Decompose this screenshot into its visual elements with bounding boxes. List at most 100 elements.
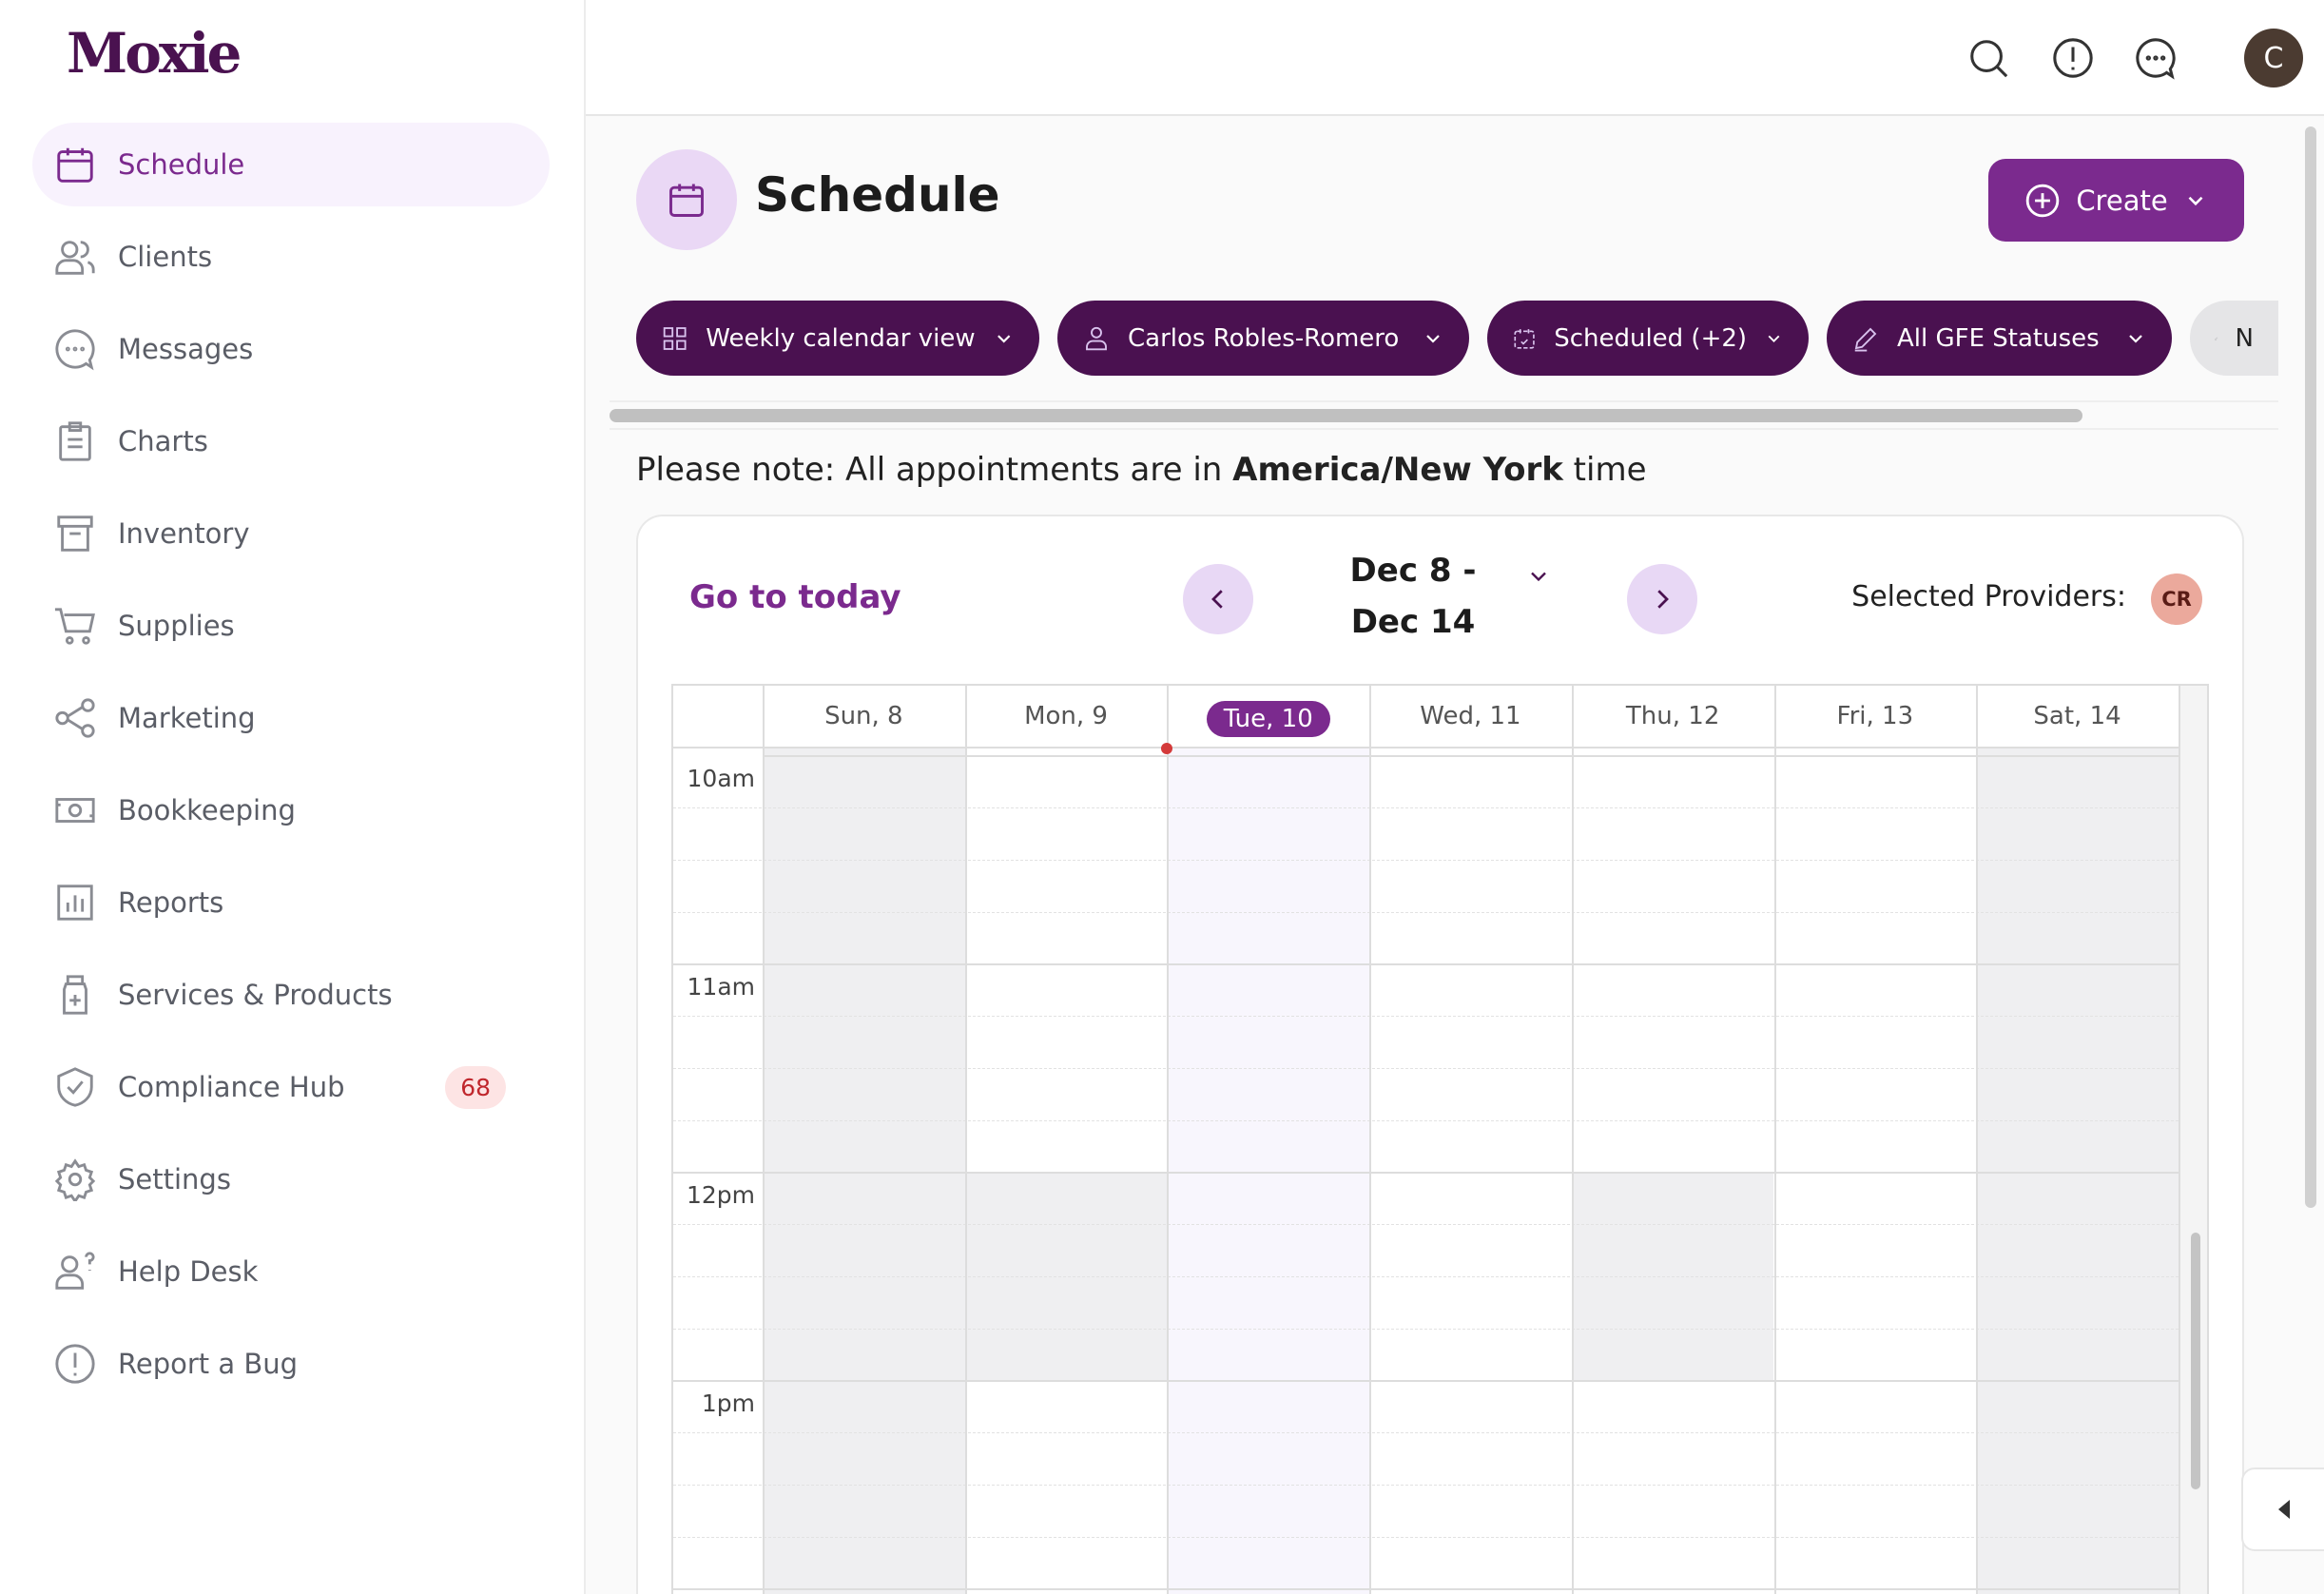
horizontal-scrollbar[interactable] xyxy=(610,409,2082,422)
quarter-hour-line xyxy=(673,1276,2179,1277)
filter-chip-0[interactable]: Weekly calendar view xyxy=(636,301,1039,376)
sidebar-item-clients[interactable]: Clients xyxy=(32,215,550,299)
sidebar-item-bookkeeping[interactable]: Bookkeeping xyxy=(32,768,550,852)
day-header[interactable]: Wed, 11 xyxy=(1369,686,1572,747)
chat-icon xyxy=(55,329,95,371)
sidebar: Moxie Schedule Clients Messages Charts Inven… xyxy=(0,0,586,1594)
sidebar-item-label: Settings xyxy=(118,1163,231,1196)
sidebar-item-label: Supplies xyxy=(118,610,235,642)
quarter-hour-line xyxy=(673,1329,2179,1330)
chevron-down-icon xyxy=(2188,196,2203,205)
timezone-note: Please note: All appointments are in Ame… xyxy=(636,451,1647,489)
today-column-highlight xyxy=(1167,747,1370,1594)
alert-icon[interactable] xyxy=(2051,36,2095,80)
filter-label: Carlos Robles-Romero xyxy=(1128,323,1400,353)
day-header[interactable]: Mon, 9 xyxy=(965,686,1168,747)
day-column-divider xyxy=(1976,686,1979,1594)
sidebar-item-marketing[interactable]: Marketing xyxy=(32,676,550,760)
grid-scrollbar-thumb[interactable] xyxy=(2191,1233,2200,1489)
create-button[interactable]: Create xyxy=(1988,159,2244,242)
day-header[interactable]: Thu, 12 xyxy=(1572,686,1774,747)
calendar-icon xyxy=(57,147,93,183)
time-label: 10am xyxy=(673,765,755,792)
prev-week-button[interactable] xyxy=(1183,564,1253,634)
sidebar-item-label: Inventory xyxy=(118,517,250,550)
moxie-logo[interactable]: Moxie xyxy=(67,21,242,86)
filter-label: Scheduled (+2) xyxy=(1554,323,1748,353)
pencil-icon xyxy=(1854,327,1877,351)
note-prefix: Please note: All appointments are in xyxy=(636,451,1233,489)
quarter-hour-line xyxy=(673,1485,2179,1486)
filter-chip-1[interactable]: Carlos Robles-Romero xyxy=(1057,301,1469,376)
date-range-chevron-down-icon[interactable] xyxy=(1525,563,1552,590)
sidebar-item-messages[interactable]: Messages xyxy=(32,307,550,391)
time-label: 1pm xyxy=(673,1390,755,1417)
filter-chip-3[interactable]: All GFE Statuses xyxy=(1827,301,2172,376)
pencil-icon xyxy=(2215,337,2218,340)
quarter-hour-line xyxy=(673,1016,2179,1017)
top-header: C xyxy=(586,0,2324,116)
user-avatar[interactable]: C xyxy=(2244,29,2303,87)
chat-icon[interactable] xyxy=(2134,36,2178,80)
day-header[interactable]: Tue, 10 xyxy=(1167,686,1369,747)
filter-label: N xyxy=(2235,323,2254,353)
chevron-down-icon xyxy=(1768,335,1780,342)
chevron-right-icon xyxy=(1657,590,1669,609)
day-header[interactable]: Fri, 13 xyxy=(1774,686,1977,747)
filter-chip-4[interactable]: N xyxy=(2190,301,2278,376)
time-label: 11am xyxy=(673,973,755,1001)
quarter-hour-line xyxy=(673,807,2179,808)
hour-line xyxy=(763,755,2179,757)
day-header[interactable]: Sun, 8 xyxy=(763,686,965,747)
unavailable-block xyxy=(1976,747,2179,1594)
time-label-text: 10am xyxy=(687,765,755,792)
sidebar-item-label: Charts xyxy=(118,425,208,457)
sidebar-item-help-desk[interactable]: Help Desk xyxy=(32,1230,550,1313)
day-label: Sun, 8 xyxy=(824,702,903,730)
sidebar-item-label: Help Desk xyxy=(118,1255,259,1288)
sidebar-item-supplies[interactable]: Supplies xyxy=(32,584,550,668)
sidebar-item-settings[interactable]: Settings xyxy=(32,1137,550,1221)
schedule-title-icon xyxy=(636,149,737,250)
filter-label: All GFE Statuses xyxy=(1897,323,2100,353)
unavailable-block xyxy=(763,747,965,1594)
day-header[interactable]: Sat, 14 xyxy=(1976,686,2179,747)
provider-avatar[interactable]: CR xyxy=(2151,573,2202,625)
chevron-left-icon xyxy=(1211,590,1223,609)
date-range-start[interactable]: Dec 8 - xyxy=(1318,552,1508,590)
go-to-today-link[interactable]: Go to today xyxy=(689,578,901,616)
collapse-panel-button[interactable] xyxy=(2241,1468,2324,1551)
sidebar-item-report-a-bug[interactable]: Report a Bug xyxy=(32,1322,550,1406)
date-range-end[interactable]: Dec 14 xyxy=(1318,603,1508,641)
sidebar-item-inventory[interactable]: Inventory xyxy=(32,492,550,575)
divider xyxy=(610,428,2278,430)
gear-icon xyxy=(54,1158,96,1201)
day-column-divider xyxy=(1773,686,1776,1594)
chevron-down-icon xyxy=(2129,334,2142,343)
page-scrollbar[interactable] xyxy=(2305,126,2316,1208)
sidebar-item-schedule[interactable]: Schedule xyxy=(32,123,550,206)
quarter-hour-line xyxy=(673,1120,2179,1121)
users-icon xyxy=(55,241,95,275)
quarter-hour-line xyxy=(673,1068,2179,1069)
filter-chip-2[interactable]: Scheduled (+2) xyxy=(1487,301,1809,376)
plus-circle-icon xyxy=(2026,184,2060,217)
day-label: Sat, 14 xyxy=(2033,702,2121,730)
week-calendar-grid: Sun, 8 Mon, 9 Tue, 10 Wed, 11 Thu, 12 Fri, 13… xyxy=(671,684,2209,1594)
sidebar-item-label: Services & Products xyxy=(118,979,393,1011)
sidebar-item-compliance-hub[interactable]: Compliance Hub 68 xyxy=(32,1045,550,1129)
calendar-icon xyxy=(669,184,704,217)
next-week-button[interactable] xyxy=(1627,564,1697,634)
note-suffix: time xyxy=(1562,451,1647,489)
sidebar-item-reports[interactable]: Reports xyxy=(32,861,550,944)
note-timezone: America/New York xyxy=(1232,451,1563,489)
sidebar-item-charts[interactable]: Charts xyxy=(32,399,550,483)
search-icon[interactable] xyxy=(1966,36,2010,80)
divider xyxy=(610,400,2278,402)
chevron-down-icon xyxy=(997,334,1010,342)
hour-line xyxy=(673,1172,2179,1174)
sidebar-item-services-products[interactable]: Services & Products xyxy=(32,953,550,1037)
filter-label: Weekly calendar view xyxy=(706,323,976,353)
hour-line xyxy=(673,963,2179,965)
quarter-hour-line xyxy=(673,912,2179,913)
